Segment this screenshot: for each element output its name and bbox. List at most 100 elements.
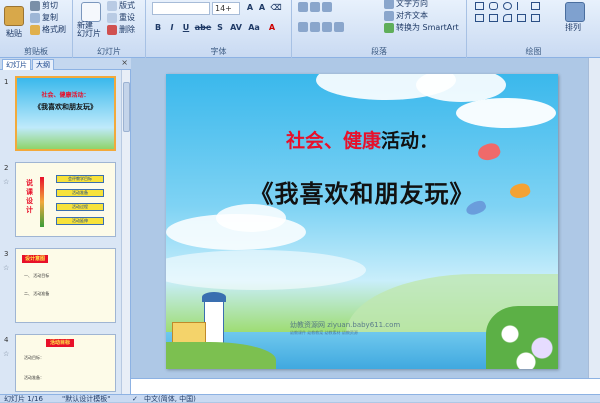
clipboard-group: 粘贴 剪切 复制 格式刷 剪贴板 [0,0,73,58]
line-shape-icon[interactable] [517,2,526,10]
thumbnail-scrollbar[interactable] [121,70,130,394]
strikethrough-button[interactable]: abe [194,22,212,34]
slides-group: 新建 幻灯片 版式 重设 删除 幻灯片 [73,0,146,58]
layout-button[interactable]: 版式 [107,0,135,11]
copy-button[interactable]: 复制 [30,12,58,23]
thumbnail-number: 2 [4,164,9,172]
status-bar: 幻灯片 1/16 "默认设计模板" ✓ 中文(简体, 中国) [0,394,600,403]
animation-star-icon: ☆ [3,178,10,186]
align-center-icon [310,22,320,32]
clear-format-button[interactable]: ⌫ [270,2,282,14]
watermark-text: 幼教资源网 ziyuan.baby611.com [290,321,401,329]
thumb3-item: 二、 活动准备 [24,291,50,296]
editor-scrollbar[interactable] [588,58,600,394]
thumb2-item: 活动延伸 [56,217,104,225]
slide-thumbnail-2[interactable]: 说课设计 会评教学目标 活动准备 活动过程 活动延伸 [15,162,116,237]
italic-button[interactable]: I [166,22,178,34]
shrink-font-button[interactable]: A [256,2,268,14]
paste-icon[interactable] [4,6,24,26]
bullets-icon [298,2,308,12]
new-slide-icon[interactable] [81,2,101,22]
star-shape-icon[interactable] [489,14,498,22]
thumbnail-number: 3 [4,250,9,258]
callout-shape-icon[interactable] [531,14,540,22]
cloud-decoration [456,98,556,128]
slide-title[interactable]: 《我喜欢和朋友玩》 [166,174,558,209]
oval-shape-icon[interactable] [503,2,512,10]
slide-editor: 社会、健康活动： 《我喜欢和朋友玩》 幼教资源网 ziyuan.baby611.… [131,58,600,394]
text-direction-button[interactable]: 文字方向 [384,0,428,9]
thumb2-side: 说课设计 [26,179,33,214]
indent-icon [322,2,332,12]
subtitle-red-text: 社会、健康 [285,130,381,152]
thumb2-item: 会评教学目标 [56,175,104,183]
curve-shape-icon[interactable] [503,14,512,22]
copy-icon [30,12,40,23]
tab-outline[interactable]: 大纲 [32,59,54,70]
underline-button[interactable]: U [180,22,192,34]
align-buttons[interactable] [298,22,344,32]
font-color-button[interactable]: A [266,22,278,34]
thumb2-item: 活动准备 [56,189,104,197]
align-text-icon [384,10,394,21]
smartart-button[interactable]: 转换为 SmartArt [384,22,459,33]
subtitle-black-text: 活动： [381,130,439,152]
rectangle-shape-icon[interactable] [475,2,484,10]
house-icon [172,322,206,344]
format-painter-button[interactable]: 格式刷 [30,24,66,35]
thumb2-item: 活动过程 [56,203,104,211]
font-group-label: 字体 [210,47,227,56]
flowers-decoration [486,306,558,369]
slides-panel: 幻灯片 大纲 × 1 社会、健康活动： 《我喜欢和朋友玩》 2 ☆ 说课设计 会… [0,58,131,394]
bullets-button[interactable] [298,2,332,12]
font-size-box[interactable]: 14+ [212,2,240,15]
rounded-rect-shape-icon[interactable] [489,2,498,10]
cut-button[interactable]: 剪切 [30,0,58,11]
ribbon: 粘贴 剪切 复制 格式刷 剪贴板 新建 幻灯片 版式 重设 删除 幻灯片 14+… [0,0,600,58]
thumb4-item: 活动目标： [24,355,44,360]
slide-subtitle[interactable]: 社会、健康活动： [166,126,558,153]
delete-button[interactable]: 删除 [107,24,135,35]
reset-button[interactable]: 重设 [107,12,135,23]
tab-slides[interactable]: 幻灯片 [2,59,31,70]
thumb3-item: 一、 活动目标 [24,273,50,278]
char-spacing-button[interactable]: AV [228,22,244,34]
brush-icon [30,24,40,35]
slide-thumbnail-1[interactable]: 社会、健康活动： 《我喜欢和朋友玩》 [15,76,116,151]
thumbnail-number: 1 [4,78,9,86]
paragraph-group-label: 段落 [371,47,387,56]
shadow-button[interactable]: S [214,22,226,34]
font-group: 14+ A A ⌫ B I U abe S AV Aa A 字体 [146,0,292,58]
change-case-button[interactable]: Aa [246,22,262,34]
notes-pane[interactable] [131,378,600,394]
close-icon[interactable]: × [121,58,128,67]
align-left-icon [298,22,308,32]
thumb3-heading: 设计意图 [22,255,49,263]
thumb4-item: 活动准备： [24,375,44,380]
reset-icon [107,12,117,23]
arrange-button[interactable]: 排列 [565,22,581,33]
scrollbar-thumb[interactable] [123,82,130,132]
triangle-shape-icon[interactable] [531,2,540,10]
grow-font-button[interactable]: A [244,2,256,14]
delete-icon [107,24,117,35]
align-right-icon [322,22,332,32]
justify-icon [334,22,344,32]
layout-icon [107,0,117,11]
font-name-box[interactable] [152,2,210,15]
bold-button[interactable]: B [152,22,164,34]
drawing-group-label: 绘图 [525,47,542,56]
brace-shape-icon[interactable] [517,14,526,22]
current-slide[interactable]: 社会、健康活动： 《我喜欢和朋友玩》 幼教资源网 ziyuan.baby611.… [166,74,558,369]
panel-tabs: 幻灯片 大纲 × [0,58,131,70]
lighthouse-icon [204,300,224,346]
slide-thumbnail-4[interactable]: 活动目标 活动目标： 活动准备： [15,334,116,392]
scissors-icon [30,0,40,11]
new-slide-button[interactable]: 新建 幻灯片 [77,22,101,38]
align-text-button[interactable]: 对齐文本 [384,10,428,21]
thumb2-bar [40,177,44,227]
paste-button[interactable]: 粘贴 [6,28,22,39]
slide-thumbnail-3[interactable]: 设计意图 一、 活动目标 二、 活动准备 [15,248,116,323]
arrow-shape-icon[interactable] [475,14,484,22]
arrange-icon[interactable] [565,2,585,22]
